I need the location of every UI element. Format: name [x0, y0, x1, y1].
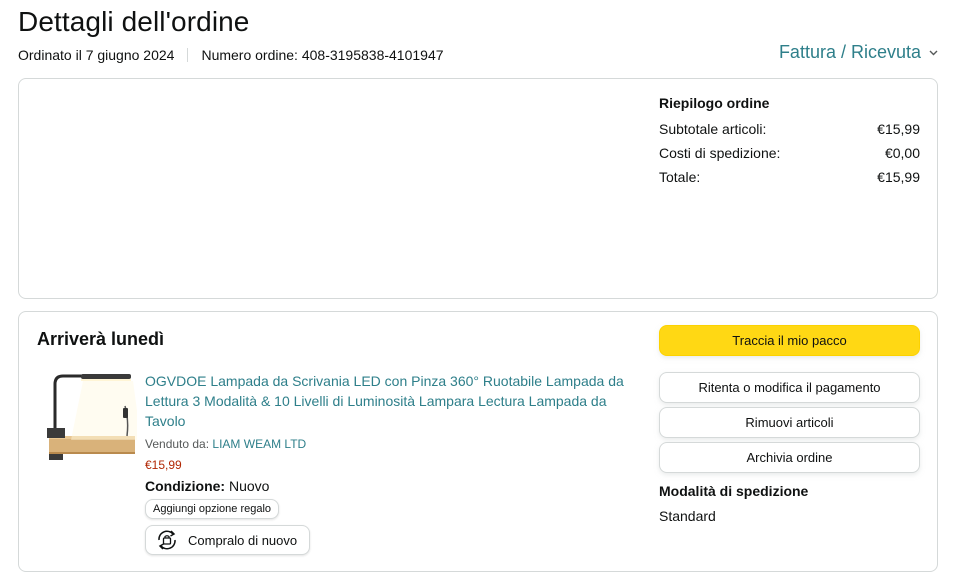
product-price: €15,99	[145, 458, 182, 472]
invoice-dropdown[interactable]: Fattura / Ricevuta	[779, 42, 938, 63]
product-image[interactable]	[41, 370, 141, 468]
buy-again-button[interactable]: Compralo di nuovo	[145, 525, 310, 555]
track-package-button[interactable]: Traccia il mio pacco	[659, 325, 920, 356]
product-info: OGVDOE Lampada da Scrivania LED con Pinz…	[145, 371, 635, 555]
add-gift-option-button[interactable]: Aggiungi opzione regalo	[145, 499, 280, 519]
retry-payment-button[interactable]: Ritenta o modifica il pagamento	[659, 372, 920, 403]
summary-row-subtotal: Subtotale articoli: €15,99	[659, 117, 920, 141]
summary-value: €15,99	[877, 169, 920, 185]
order-actions: Traccia il mio pacco Ritenta o modifica …	[659, 325, 920, 524]
meta-divider	[187, 48, 189, 62]
delivery-status: Arriverà lunedì	[37, 329, 165, 349]
summary-value: €15,99	[877, 121, 920, 137]
order-number: Numero ordine: 408-3195838-4101947	[201, 47, 444, 63]
product-condition: Condizione: Nuovo	[145, 478, 635, 494]
buy-again-icon	[154, 529, 180, 551]
summary-row-total: Totale: €15,99	[659, 165, 920, 189]
condition-label: Condizione:	[145, 478, 226, 494]
shipment-card: Arriverà lunedì OGVDOE Lampada da Scriva…	[18, 311, 938, 572]
summary-value: €0,00	[884, 145, 920, 161]
summary-heading: Riepilogo ordine	[659, 95, 770, 111]
summary-label: Totale:	[659, 169, 701, 185]
order-summary-card: Riepilogo ordine Subtotale articoli: €15…	[18, 78, 938, 299]
page-title: Dettagli dell'ordine	[18, 6, 250, 37]
order-date: Ordinato il 7 giugno 2024	[18, 47, 175, 63]
archive-order-button[interactable]: Archivia ordine	[659, 442, 920, 473]
invoice-label: Fattura / Ricevuta	[778, 42, 921, 62]
seller-link[interactable]: LIAM WEAM LTD	[212, 437, 306, 451]
remove-items-button[interactable]: Rimuovi articoli	[659, 407, 920, 438]
condition-value: Nuovo	[229, 478, 270, 494]
product-title-link[interactable]: OGVDOE Lampada da Scrivania LED con Pinz…	[145, 371, 635, 431]
order-meta: Ordinato il 7 giugno 2024 Numero ordine:…	[18, 47, 444, 63]
shipping-mode-label: Modalità di spedizione	[659, 483, 809, 499]
summary-label: Costi di spedizione:	[659, 145, 781, 161]
buy-again-label: Compralo di nuovo	[188, 532, 298, 548]
shipping-mode-value: Standard	[659, 508, 716, 524]
order-summary: Riepilogo ordine Subtotale articoli: €15…	[659, 95, 920, 189]
chevron-down-icon	[929, 50, 938, 56]
seller-prefix: Venduto da:	[145, 437, 213, 451]
summary-row-shipping: Costi di spedizione: €0,00	[659, 141, 920, 165]
seller-line: Venduto da: LIAM WEAM LTD	[145, 437, 635, 451]
summary-label: Subtotale articoli:	[659, 121, 767, 137]
